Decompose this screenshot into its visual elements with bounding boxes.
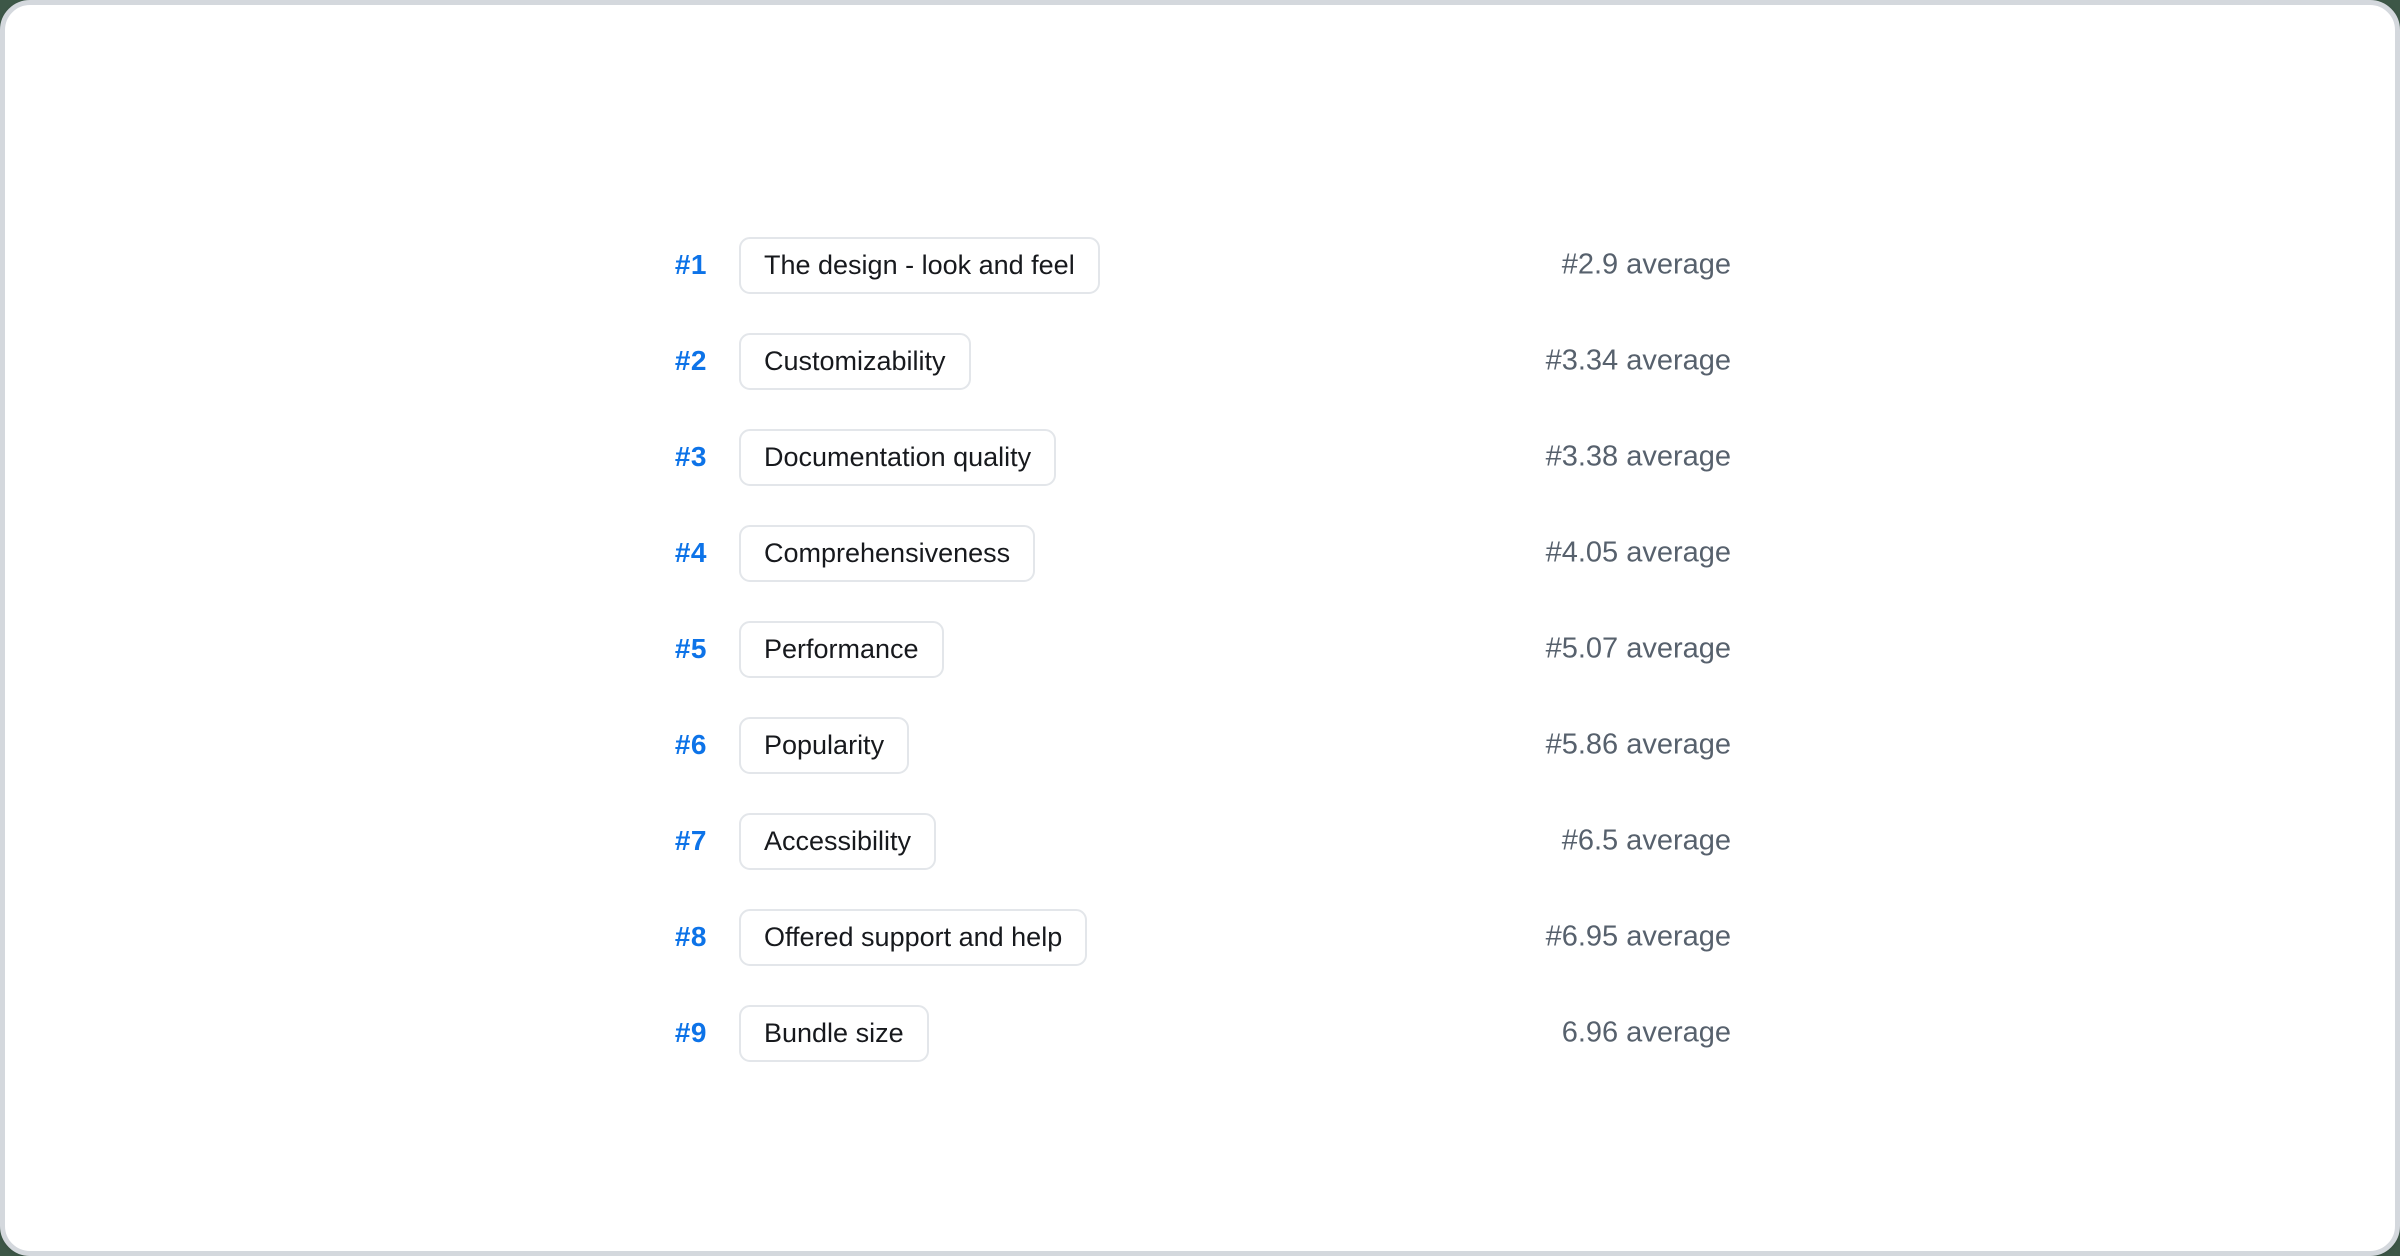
average-score: #2.9 average bbox=[1562, 249, 1731, 282]
rank-label: #1 bbox=[5, 249, 707, 281]
ranking-row: #6 Popularity #5.86 average bbox=[5, 697, 2395, 793]
ranking-row: #1 The design - look and feel #2.9 avera… bbox=[5, 217, 2395, 313]
option-chip[interactable]: Bundle size bbox=[739, 1005, 929, 1062]
option-chip[interactable]: Performance bbox=[739, 621, 944, 678]
option-chip[interactable]: Accessibility bbox=[739, 813, 936, 870]
average-score: #5.07 average bbox=[1546, 633, 1731, 666]
rank-label: #2 bbox=[5, 345, 707, 377]
option-chip[interactable]: Documentation quality bbox=[739, 429, 1056, 486]
average-score: #5.86 average bbox=[1546, 729, 1731, 762]
rank-label: #6 bbox=[5, 729, 707, 761]
option-chip[interactable]: Popularity bbox=[739, 717, 909, 774]
ranking-row: #3 Documentation quality #3.38 average bbox=[5, 409, 2395, 505]
average-score: #3.38 average bbox=[1546, 441, 1731, 474]
rank-label: #8 bbox=[5, 921, 707, 953]
rank-label: #5 bbox=[5, 633, 707, 665]
average-score: #3.34 average bbox=[1546, 345, 1731, 378]
page-background: #1 The design - look and feel #2.9 avera… bbox=[0, 0, 2400, 1256]
rank-label: #9 bbox=[5, 1017, 707, 1049]
ranking-row: #8 Offered support and help #6.95 averag… bbox=[5, 889, 2395, 985]
option-chip[interactable]: Comprehensiveness bbox=[739, 525, 1035, 582]
ranking-row: #9 Bundle size 6.96 average bbox=[5, 985, 2395, 1081]
average-score: #6.5 average bbox=[1562, 825, 1731, 858]
average-score: #6.95 average bbox=[1546, 921, 1731, 954]
results-card: #1 The design - look and feel #2.9 avera… bbox=[0, 0, 2400, 1256]
rank-label: #3 bbox=[5, 441, 707, 473]
average-score: 6.96 average bbox=[1562, 1017, 1731, 1050]
option-chip[interactable]: The design - look and feel bbox=[739, 237, 1100, 294]
rank-label: #4 bbox=[5, 537, 707, 569]
average-score: #4.05 average bbox=[1546, 537, 1731, 570]
rank-label: #7 bbox=[5, 825, 707, 857]
option-chip[interactable]: Offered support and help bbox=[739, 909, 1087, 966]
ranking-row: #4 Comprehensiveness #4.05 average bbox=[5, 505, 2395, 601]
option-chip[interactable]: Customizability bbox=[739, 333, 971, 390]
ranking-row: #7 Accessibility #6.5 average bbox=[5, 793, 2395, 889]
ranking-results-list: #1 The design - look and feel #2.9 avera… bbox=[5, 217, 2395, 1081]
ranking-row: #5 Performance #5.07 average bbox=[5, 601, 2395, 697]
ranking-row: #2 Customizability #3.34 average bbox=[5, 313, 2395, 409]
